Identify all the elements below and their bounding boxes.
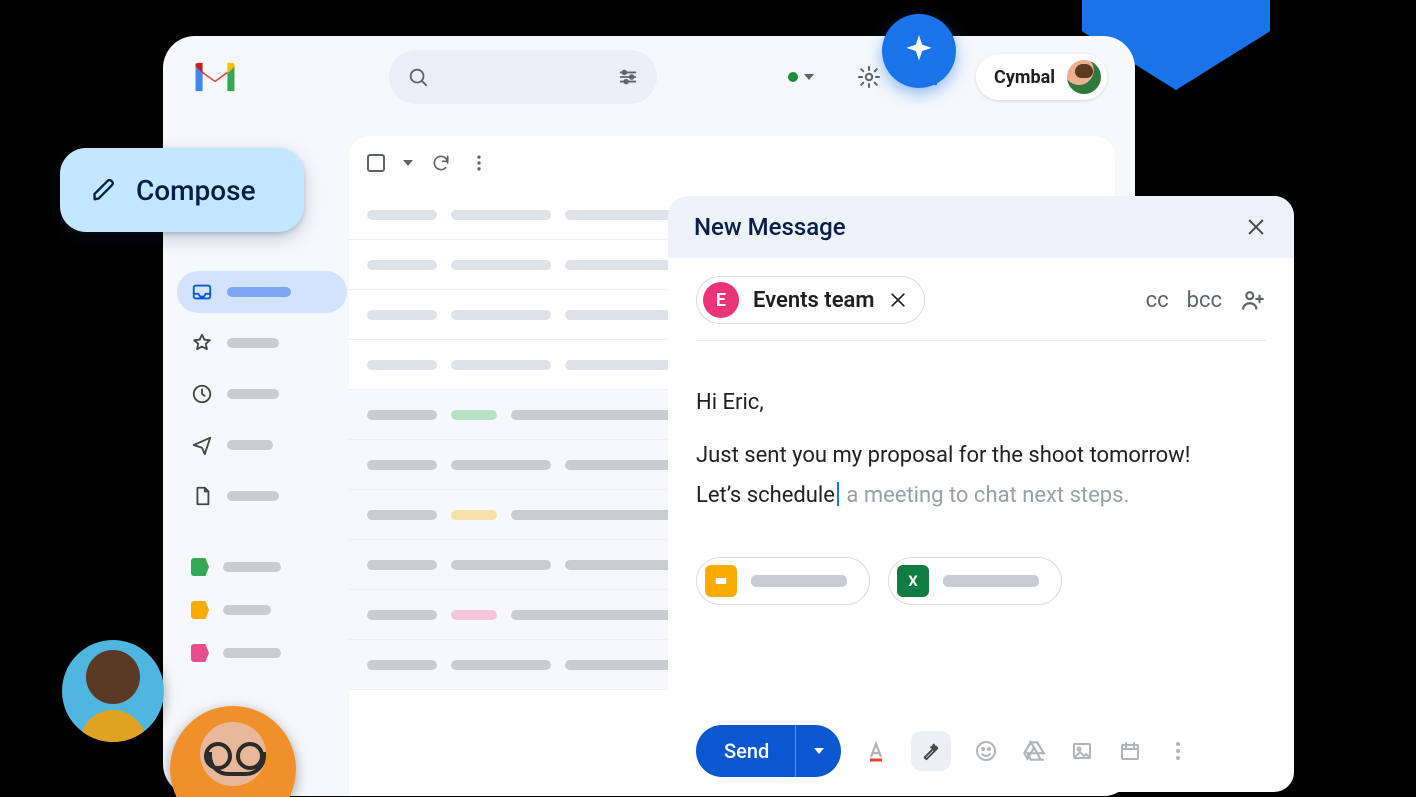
help-me-write-button[interactable] (911, 731, 951, 771)
recipients-row: E Events team cc bcc (668, 258, 1294, 340)
sidebar-labels (177, 550, 347, 670)
user-avatar-icon (1067, 60, 1101, 94)
chevron-down-icon (804, 74, 814, 80)
insert-emoji-button[interactable] (973, 738, 999, 764)
insert-drive-button[interactable] (1021, 738, 1047, 764)
send-icon (191, 434, 213, 456)
google-slides-icon (705, 565, 737, 597)
sidebar-item-starred[interactable] (177, 322, 347, 364)
attachment-name (943, 575, 1039, 587)
recipient-chip[interactable]: E Events team (696, 276, 925, 324)
excel-file-icon: X (897, 565, 929, 597)
add-recipients-button[interactable] (1240, 287, 1266, 313)
compose-title: New Message (694, 213, 846, 241)
body-line-1: Just sent you my proposal for the shoot … (696, 436, 1266, 477)
compose-label: Compose (136, 174, 256, 207)
sidebar-item-label (227, 440, 273, 450)
close-icon (1245, 216, 1267, 238)
more-button[interactable] (469, 153, 489, 173)
ai-sparkle-badge-icon (882, 14, 956, 88)
sidebar-item-label (227, 338, 279, 348)
remove-recipient-button[interactable] (888, 290, 908, 310)
compose-close-button[interactable] (1244, 215, 1268, 239)
attachment-excel[interactable]: X (888, 557, 1062, 605)
search-input[interactable] (389, 50, 657, 104)
presence-active-icon (788, 72, 798, 82)
status-menu[interactable] (772, 58, 830, 96)
pencil-icon (90, 176, 118, 204)
cc-bcc-group: cc bcc (1146, 287, 1266, 313)
search-icon (407, 66, 429, 88)
attachments-row: X (668, 517, 1294, 605)
select-dropdown-icon[interactable] (403, 160, 413, 166)
smart-compose-suggestion: a meeting to chat next steps. (841, 483, 1129, 508)
gmail-logo-icon (189, 57, 241, 97)
sidebar-item-sent[interactable] (177, 424, 347, 466)
sidebar-item-label (227, 389, 279, 399)
recipient-name: Events team (753, 288, 874, 313)
refresh-button[interactable] (431, 153, 451, 173)
send-button[interactable]: Send (696, 725, 841, 777)
inbox-icon (191, 281, 213, 303)
insert-image-button[interactable] (1069, 738, 1095, 764)
file-icon (191, 485, 213, 507)
contact-avatar-icon (62, 640, 164, 742)
more-options-button[interactable] (1165, 738, 1191, 764)
compose-window: New Message E Events team cc bcc Hi Eric… (668, 196, 1294, 792)
schedule-send-button[interactable] (1117, 738, 1143, 764)
bcc-button[interactable]: bcc (1187, 288, 1222, 313)
select-all-checkbox[interactable] (367, 154, 385, 172)
chevron-down-icon (814, 748, 824, 754)
send-options-button[interactable] (795, 725, 841, 777)
workspace-label: Cymbal (994, 67, 1055, 88)
label-tag-icon (191, 601, 209, 619)
sidebar-label-pink[interactable] (177, 636, 347, 670)
sidebar-nav (177, 271, 347, 670)
gear-icon (857, 65, 881, 89)
text-cursor-icon (837, 482, 839, 506)
sidebar-item-label (227, 287, 291, 297)
compose-button[interactable]: Compose (60, 148, 304, 232)
label-tag-icon (191, 558, 209, 576)
mail-list-toolbar (349, 136, 1115, 190)
attachment-slides[interactable] (696, 557, 870, 605)
compose-footer: Send (668, 710, 1294, 792)
sidebar-item-drafts[interactable] (177, 475, 347, 517)
attachment-name (751, 575, 847, 587)
text-format-button[interactable] (863, 738, 889, 764)
label-name (223, 562, 281, 572)
compose-header: New Message (668, 196, 1294, 258)
search-options-icon[interactable] (617, 66, 639, 88)
star-icon (191, 332, 213, 354)
label-tag-icon (191, 644, 209, 662)
account-switcher[interactable]: Cymbal (976, 54, 1107, 100)
send-label: Send (696, 739, 795, 763)
sidebar-item-inbox[interactable] (177, 271, 347, 313)
body-greeting: Hi Eric, (696, 383, 1266, 424)
sidebar-label-green[interactable] (177, 550, 347, 584)
sidebar-label-yellow[interactable] (177, 593, 347, 627)
label-name (223, 648, 281, 658)
gmail-header: Cymbal (163, 36, 1135, 118)
cc-button[interactable]: cc (1146, 288, 1169, 313)
recipient-avatar-icon: E (703, 282, 739, 318)
label-name (223, 605, 271, 615)
clock-icon (191, 383, 213, 405)
sidebar-item-label (227, 491, 279, 501)
body-line-2-typed: Let’s schedule (696, 483, 835, 508)
sidebar-item-snoozed[interactable] (177, 373, 347, 415)
compose-body[interactable]: Hi Eric, Just sent you my proposal for t… (668, 341, 1294, 517)
